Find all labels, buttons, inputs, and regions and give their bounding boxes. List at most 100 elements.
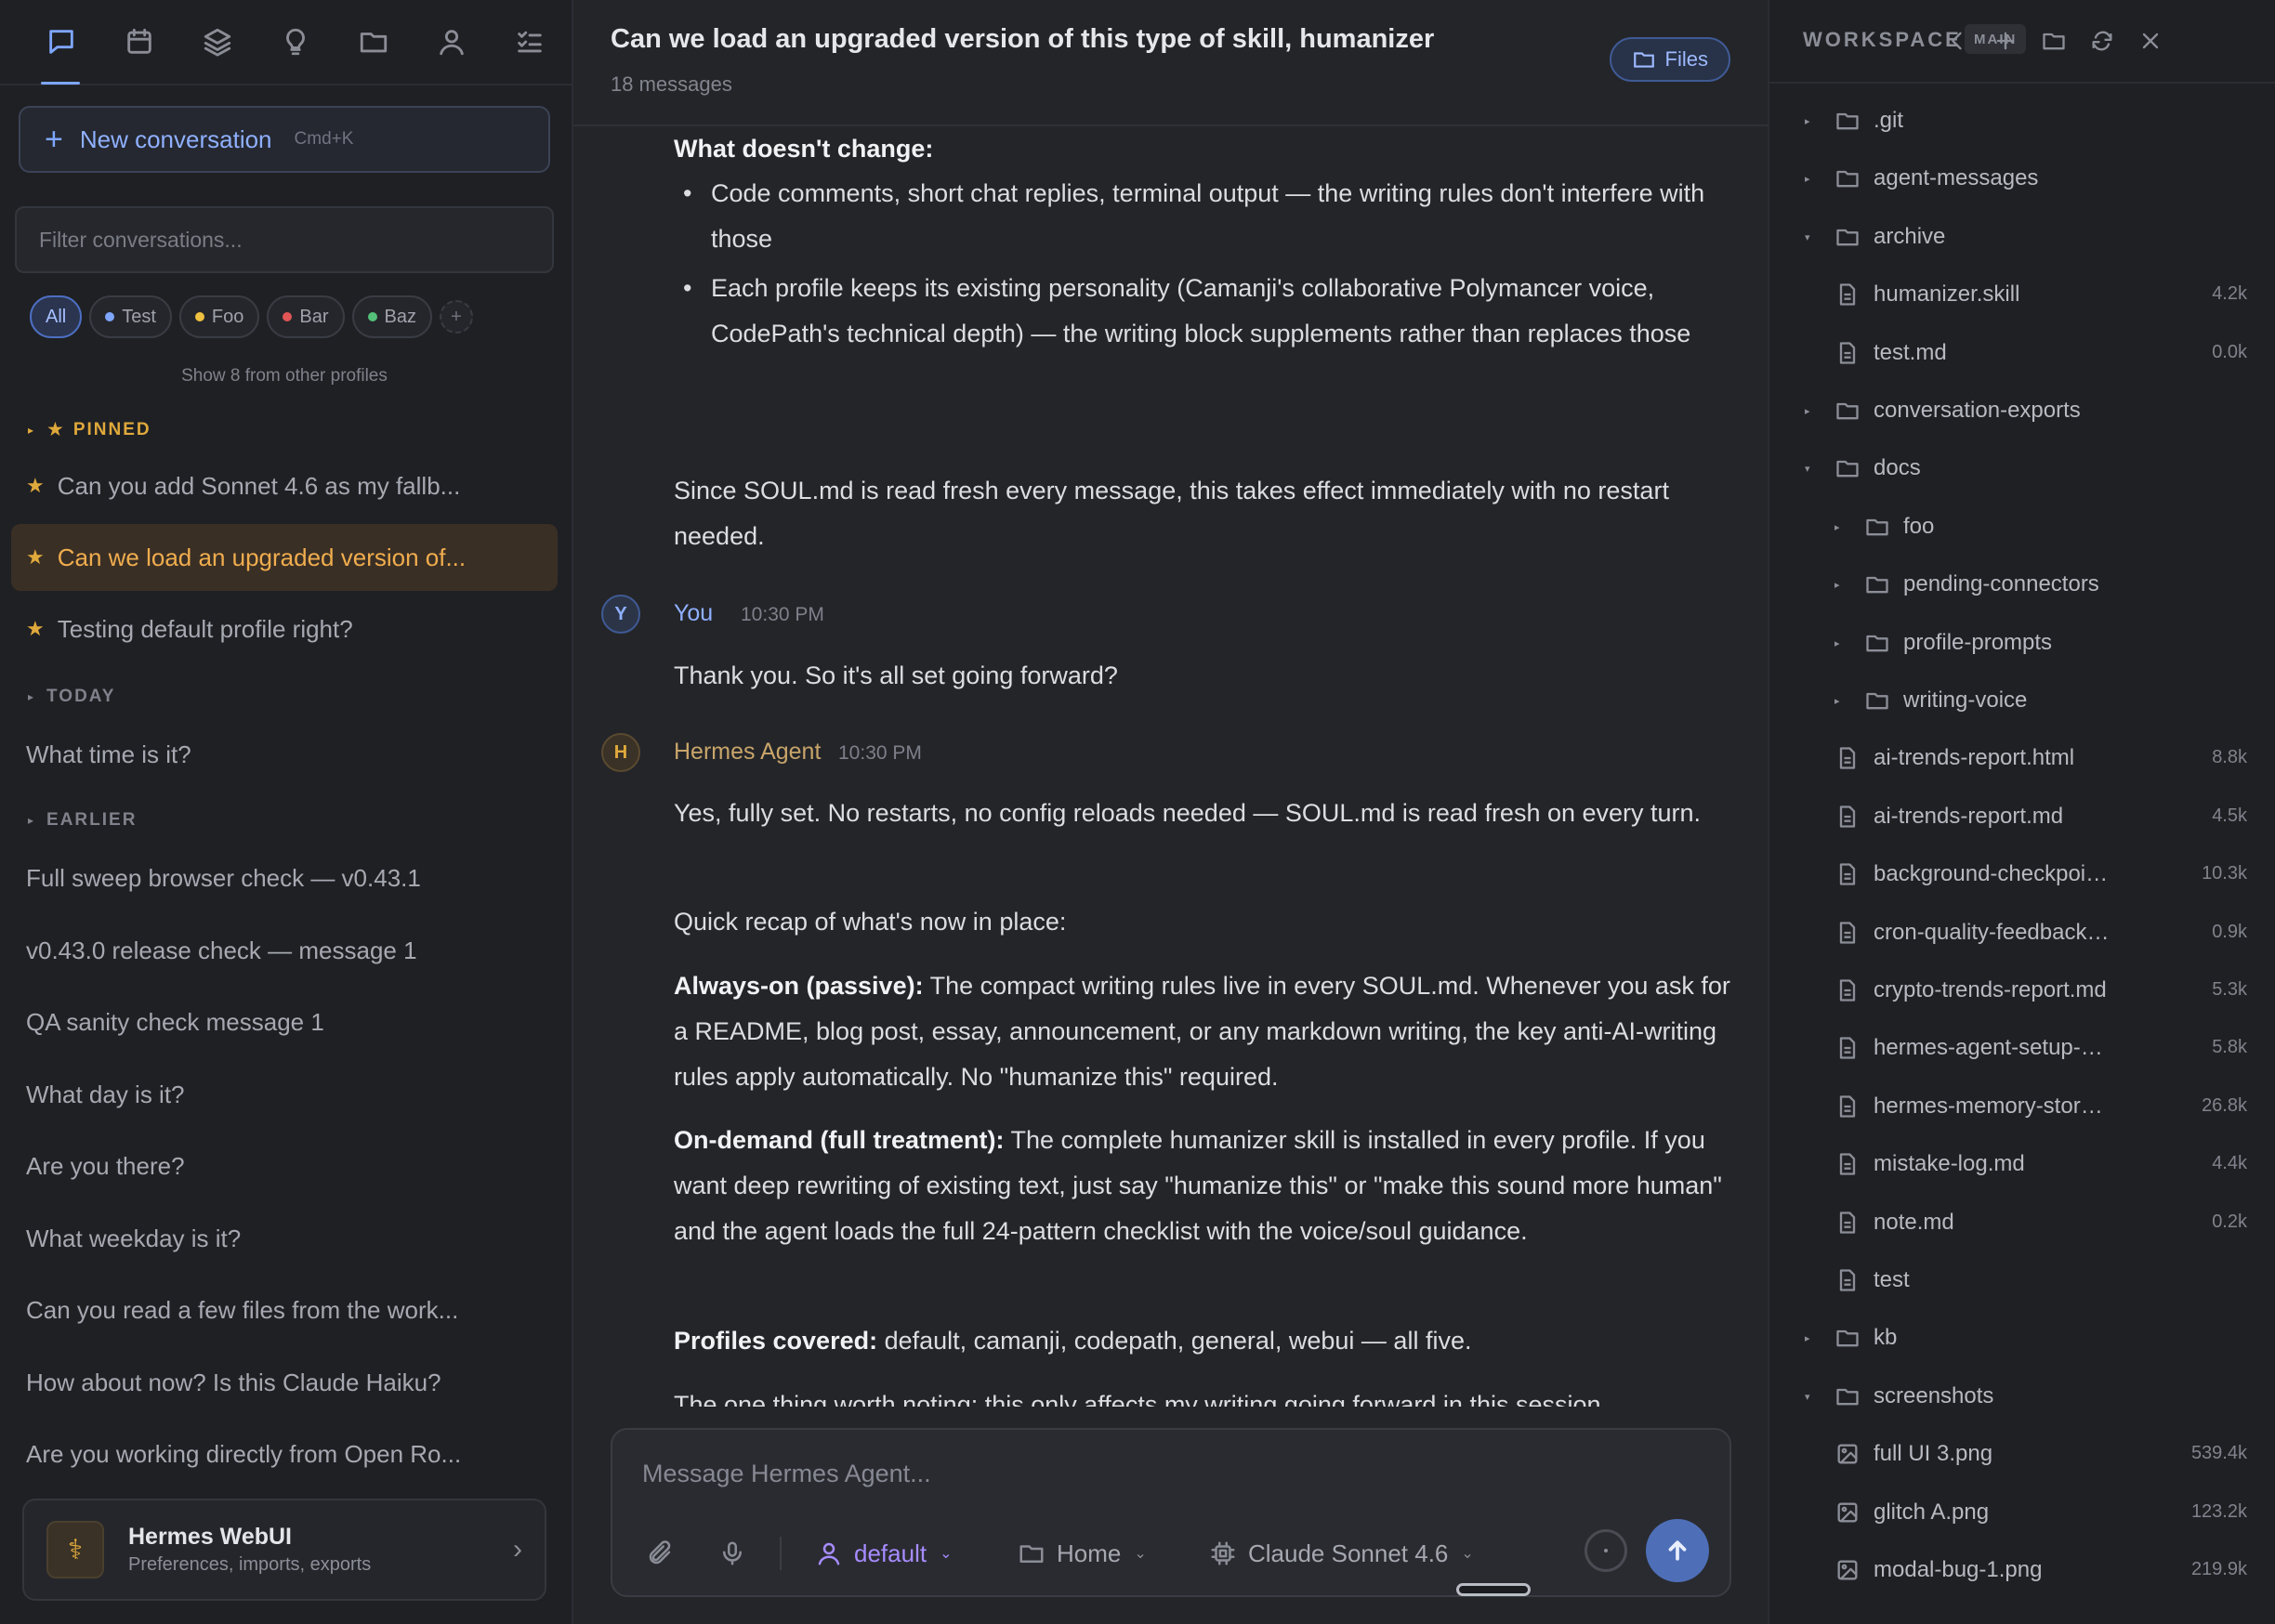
tree-folder[interactable]: ▸ conversation-exports (1805, 392, 2195, 429)
conversation-item[interactable]: ★ Testing default profile right? (11, 596, 558, 662)
tree-folder[interactable]: ▸ kb (1805, 1319, 2195, 1356)
profile-selector-label: default (854, 1539, 927, 1567)
new-folder-button[interactable] (2037, 24, 2071, 58)
nav-files[interactable] (335, 0, 413, 85)
profile-selector[interactable]: default ⌄ (815, 1530, 952, 1577)
message-input[interactable] (642, 1460, 1664, 1488)
status-dot (283, 312, 293, 321)
tree-file[interactable]: cron-quality-feedback.md (1834, 914, 2113, 951)
tree-file[interactable]: ai-trends-report.md (1834, 798, 2113, 835)
message-count: 18 messages (611, 72, 732, 96)
new-conversation-button[interactable]: + New conversation Cmd+K (19, 106, 550, 173)
tree-file[interactable]: humanizer.skill (1834, 276, 2113, 313)
new-file-button[interactable] (1989, 24, 2022, 58)
conversation-title: Are you working directly from Open Ro... (26, 1439, 462, 1468)
add-profile-button[interactable]: + (439, 300, 473, 334)
chip-bar[interactable]: Bar (267, 295, 345, 338)
conversation-title: Can we load an upgraded version of... (57, 543, 467, 571)
message-paragraph: Since SOUL.md is read fresh every messag… (674, 477, 1669, 550)
tree-item-name: full UI 3.png (1874, 1441, 1993, 1466)
tree-item-name: test.md (1874, 340, 1947, 365)
message-bullet: Each profile keeps its existing personal… (674, 266, 1742, 357)
tree-file[interactable]: test (1834, 1262, 2113, 1299)
folder-selector[interactable]: Home ⌄ (1018, 1530, 1147, 1577)
conversation-item[interactable]: What weekday is it? (11, 1205, 558, 1272)
tree-folder[interactable]: ▾ docs (1805, 450, 2195, 487)
back-button[interactable] (1940, 24, 1974, 58)
nav-chats[interactable] (22, 0, 100, 85)
message-list[interactable]: What doesn't change: Code comments, shor… (573, 126, 1768, 1407)
conversation-item[interactable]: QA sanity check message 1 (11, 989, 558, 1055)
section-today[interactable]: ▸ TODAY (28, 687, 115, 707)
chip-baz[interactable]: Baz (351, 295, 432, 338)
section-earlier[interactable]: ▸ EARLIER (28, 810, 137, 831)
chevron-down-icon: ⌄ (1461, 1546, 1474, 1562)
conversation-item[interactable]: What day is it? (11, 1061, 558, 1128)
folder-icon (1836, 460, 1859, 478)
file-size: 539.4k (2190, 1443, 2247, 1463)
caret-right-icon: ▸ (1805, 1332, 1810, 1344)
conversation-item[interactable]: Full sweep browser check — v0.43.1 (11, 845, 558, 911)
tree-file[interactable]: ai-trends-report.html (1834, 740, 2113, 777)
tree-file[interactable]: test.md (1834, 334, 2113, 372)
tree-folder[interactable]: ▸ agent-messages (1805, 160, 2195, 197)
tree-file[interactable]: crypto-trends-report.md (1834, 972, 2113, 1009)
tree-file[interactable]: modal-bug-1.png (1834, 1552, 2113, 1589)
conversation-item[interactable]: ★ Can you add Sonnet 4.6 as my fallb... (11, 452, 558, 519)
tree-file[interactable]: hermes-agent-setup-guide.... (1834, 1029, 2113, 1067)
nav-layers[interactable] (178, 0, 256, 85)
chip-all[interactable]: All (30, 295, 83, 338)
nav-tasks[interactable] (491, 0, 569, 85)
file-size: 26.8k (2202, 1095, 2247, 1116)
nav-profile[interactable] (413, 0, 491, 85)
nav-calendar[interactable] (100, 0, 178, 85)
tree-file[interactable]: glitch A.png (1834, 1494, 2113, 1531)
tree-folder[interactable]: ▾ screenshots (1805, 1378, 2195, 1415)
context-usage-ring-icon[interactable] (1585, 1529, 1627, 1572)
files-button[interactable]: Files (1609, 37, 1730, 82)
conversation-item[interactable]: Are you there? (11, 1133, 558, 1199)
conversation-item-active[interactable]: ★ Can we load an upgraded version of... (11, 524, 558, 591)
tree-item-name: background-checkpoint-sy... (1874, 861, 2113, 886)
tree-folder[interactable]: ▾ archive (1805, 218, 2195, 255)
tree-folder[interactable]: ▸ profile-prompts (1834, 624, 2225, 661)
tree-folder[interactable]: ▸ writing-voice (1834, 682, 2225, 719)
scroll-indicator[interactable] (1456, 1583, 1531, 1596)
model-selector[interactable]: Claude Sonnet 4.6 ⌄ (1209, 1530, 1474, 1577)
send-button[interactable] (1646, 1519, 1709, 1582)
refresh-button[interactable] (2085, 24, 2119, 58)
close-panel-button[interactable] (2134, 24, 2167, 58)
tree-file[interactable]: mistake-log.md (1834, 1146, 2113, 1183)
conversation-item[interactable]: Are you working directly from Open Ro... (11, 1421, 558, 1487)
tree-file[interactable]: hermes-memory-stores.md (1834, 1088, 2113, 1125)
conversation-item[interactable]: What time is it? (11, 721, 558, 788)
microphone-button[interactable] (718, 1530, 746, 1577)
tree-folder[interactable]: ▸ .git (1805, 102, 2195, 139)
profile-chips: All Test Foo Bar Baz + (30, 295, 473, 338)
message-paragraph: Always-on (passive): The compact writing… (674, 972, 1730, 1091)
filter-input[interactable] (15, 206, 554, 273)
folder-icon (1836, 1388, 1859, 1406)
conversation-item[interactable]: How about now? Is this Claude Haiku? (11, 1349, 558, 1416)
tree-folder[interactable]: ▸ pending-connectors (1834, 566, 2225, 603)
section-pinned[interactable]: ▸ ★ PINNED (28, 418, 151, 441)
tree-item-name: test (1874, 1267, 1910, 1292)
chip-foo[interactable]: Foo (178, 295, 260, 338)
conversation-item[interactable]: v0.43.0 release check — message 1 (11, 917, 558, 984)
nav-ideas[interactable] (256, 0, 335, 85)
tree-file[interactable]: full UI 3.png (1834, 1435, 2113, 1473)
files-button-label: Files (1664, 47, 1708, 71)
message-paragraph: Yes, fully set. No restarts, no config r… (674, 799, 1702, 827)
tree-file[interactable]: background-checkpoint-sy... (1834, 856, 2113, 893)
tree-item-name: .git (1874, 108, 1904, 133)
tree-file[interactable]: note.md (1834, 1204, 2113, 1241)
conversation-item[interactable]: Can you read a few files from the work..… (11, 1277, 558, 1343)
show-other-profiles-link[interactable]: Show 8 from other profiles (0, 366, 569, 386)
tree-item-name: crypto-trends-report.md (1874, 977, 2107, 1002)
preferences-card[interactable]: ⚕ Hermes WebUI Preferences, imports, exp… (22, 1499, 546, 1601)
file-size: 4.4k (2212, 1153, 2247, 1173)
attach-button[interactable] (646, 1530, 674, 1577)
tree-item-name: hermes-memory-stores.md (1874, 1094, 2113, 1119)
chip-test[interactable]: Test (89, 295, 172, 338)
tree-folder[interactable]: ▸ foo (1834, 508, 2225, 545)
